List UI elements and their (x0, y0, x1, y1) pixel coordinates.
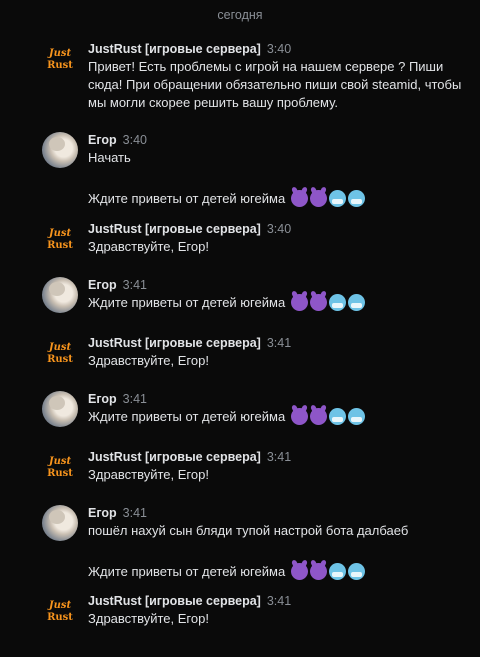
author-name[interactable]: JustRust [игровые сервера] (88, 450, 261, 464)
smiling-imp-icon (290, 294, 308, 311)
message-time: 3:41 (122, 392, 147, 406)
smiling-imp-icon (309, 294, 327, 311)
message-time: 3:40 (122, 133, 147, 147)
svg-text:Just: Just (47, 228, 72, 239)
message-time: 3:40 (266, 42, 292, 56)
smiling-imp-icon (309, 563, 327, 580)
justrust-logo-avatar[interactable]: Just Rust (42, 449, 78, 485)
user-avatar[interactable] (42, 391, 78, 427)
cold-face-icon (347, 294, 365, 311)
message-text-with-emoji: Ждите приветы от детей югейма (88, 190, 472, 208)
message-time: 3:41 (122, 278, 147, 292)
message-text: Здравствуйте, Егор! (88, 239, 209, 254)
cold-face-icon (328, 563, 346, 580)
message-time: 3:41 (122, 506, 147, 520)
message-time: 3:41 (266, 594, 292, 608)
author-name[interactable]: Егор (88, 506, 117, 520)
cold-face-icon (328, 408, 346, 425)
cold-face-icon (328, 294, 346, 311)
svg-text:Rust: Rust (47, 612, 73, 623)
svg-text:Just: Just (47, 342, 72, 353)
smiling-imp-icon (309, 190, 327, 207)
justrust-logo-icon: Just Rust (47, 228, 73, 251)
author-name[interactable]: Егор (88, 133, 117, 147)
author-name[interactable]: JustRust [игровые сервера] (88, 594, 261, 608)
svg-text:Rust: Rust (47, 468, 73, 479)
justrust-logo-icon: Just Rust (47, 600, 73, 623)
cold-face-icon (347, 563, 365, 580)
svg-text:Rust: Rust (47, 240, 73, 251)
svg-text:Rust: Rust (47, 60, 73, 71)
smiling-imp-icon (290, 408, 308, 425)
svg-text:Rust: Rust (47, 354, 73, 365)
message-text-with-emoji: Ждите приветы от детей югейма (88, 408, 472, 426)
message-text: Привет! Есть проблемы с игрой на нашем с… (88, 59, 462, 110)
message-text: Здравствуйте, Егор! (88, 353, 209, 368)
smiling-imp-icon (309, 408, 327, 425)
author-name[interactable]: JustRust [игровые сервера] (88, 42, 261, 56)
message-text-with-emoji: Ждите приветы от детей югейма (88, 294, 472, 312)
cold-face-icon (347, 190, 365, 207)
justrust-logo-avatar[interactable]: Just Rust (42, 41, 78, 77)
justrust-logo-icon: Just Rust (47, 456, 73, 479)
author-name[interactable]: Егор (88, 392, 117, 406)
justrust-logo-icon: Just Rust (47, 48, 73, 71)
message-text: пошёл нахуй сын бляди тупой настрой бота… (88, 523, 409, 538)
message-text: Здравствуйте, Егор! (88, 611, 209, 626)
message-text-with-emoji: Ждите приветы от детей югейма (88, 563, 472, 581)
message-time: 3:40 (266, 222, 292, 236)
user-avatar[interactable] (42, 132, 78, 168)
message-text: Начать (88, 150, 131, 165)
message-time: 3:41 (266, 450, 292, 464)
smiling-imp-icon (290, 190, 308, 207)
svg-text:Just: Just (47, 456, 72, 467)
user-avatar[interactable] (42, 277, 78, 313)
message-text: Ждите приветы от детей югейма (88, 409, 286, 424)
svg-text:Just: Just (47, 600, 72, 611)
smiling-imp-icon (290, 563, 308, 580)
justrust-logo-avatar[interactable]: Just Rust (42, 335, 78, 371)
author-name[interactable]: JustRust [игровые сервера] (88, 336, 261, 350)
date-separator: сегодня (217, 8, 263, 22)
author-name[interactable]: Егор (88, 278, 117, 292)
message-text: Ждите приветы от детей югейма (88, 564, 286, 579)
message-time: 3:41 (266, 336, 292, 350)
cold-face-icon (347, 408, 365, 425)
message-text: Ждите приветы от детей югейма (88, 191, 286, 206)
cold-face-icon (328, 190, 346, 207)
svg-text:Just: Just (47, 48, 72, 59)
message-text: Ждите приветы от детей югейма (88, 295, 286, 310)
justrust-logo-icon: Just Rust (47, 342, 73, 365)
justrust-logo-avatar[interactable]: Just Rust (42, 593, 78, 629)
author-name[interactable]: JustRust [игровые сервера] (88, 222, 261, 236)
user-avatar[interactable] (42, 505, 78, 541)
justrust-logo-avatar[interactable]: Just Rust (42, 221, 78, 257)
message-text: Здравствуйте, Егор! (88, 467, 209, 482)
